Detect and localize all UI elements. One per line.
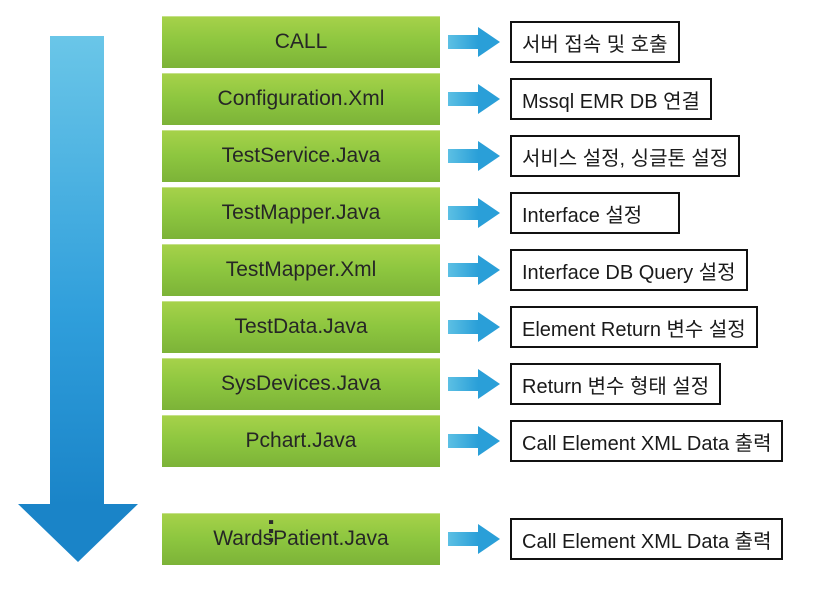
stage-box-testservice-java: TestService.Java: [160, 128, 442, 184]
stage-box-wardspatient-java: WardsPatient.Java: [160, 511, 442, 567]
arrow-right-icon: [448, 524, 502, 554]
stage-desc: 서비스 설정, 싱글톤 설정: [510, 135, 740, 177]
stage-desc: Mssql EMR DB 연결: [510, 78, 712, 120]
arrow-right-icon: [448, 255, 502, 285]
stage-row: TestMapper.Xml Interface DB Query 설정: [160, 242, 800, 298]
arrow-right-icon: [448, 27, 502, 57]
arrow-right-icon: [448, 426, 502, 456]
stage-desc: Call Element XML Data 출력: [510, 420, 783, 462]
stage-box-call: CALL: [160, 14, 442, 70]
stage-box-configuration-xml: Configuration.Xml: [160, 71, 442, 127]
stage-row: Pchart.Java Call Element XML Data 출력: [160, 413, 800, 469]
stage-desc: Interface 설정: [510, 192, 680, 234]
stage-desc: Call Element XML Data 출력: [510, 518, 783, 560]
arrow-right-icon: [448, 312, 502, 342]
stage-box-testmapper-xml: TestMapper.Xml: [160, 242, 442, 298]
flow-arrow-shaft: [50, 36, 104, 506]
stage-box-pchart-java: Pchart.Java: [160, 413, 442, 469]
stage-row: TestData.Java Element Return 변수 설정: [160, 299, 800, 355]
stage-desc: Return 변수 형태 설정: [510, 363, 721, 405]
arrow-right-icon: [448, 84, 502, 114]
stage-desc: Element Return 변수 설정: [510, 306, 758, 348]
arrow-right-icon: [448, 198, 502, 228]
stage-desc: Interface DB Query 설정: [510, 249, 748, 291]
diagram-container: CALL 서버 접속 및 호출 Configuration.Xml Mssql …: [0, 0, 813, 615]
stage-row: WardsPatient.Java Call Element XML Data …: [160, 511, 800, 567]
stage-row: Configuration.Xml Mssql EMR DB 연결: [160, 71, 800, 127]
stage-row: SysDevices.Java Return 변수 형태 설정: [160, 356, 800, 412]
stage-desc: 서버 접속 및 호출: [510, 21, 680, 63]
ellipsis-indicator: …: [262, 517, 294, 547]
stage-rows: CALL 서버 접속 및 호출 Configuration.Xml Mssql …: [160, 14, 800, 568]
arrow-right-icon: [448, 369, 502, 399]
stage-box-testmapper-java: TestMapper.Java: [160, 185, 442, 241]
arrow-right-icon: [448, 141, 502, 171]
stage-row: TestMapper.Java Interface 설정: [160, 185, 800, 241]
flow-direction-arrow: [18, 36, 138, 564]
stage-row: TestService.Java 서비스 설정, 싱글톤 설정: [160, 128, 800, 184]
flow-arrow-head-icon: [18, 504, 138, 562]
stage-box-sysdevices-java: SysDevices.Java: [160, 356, 442, 412]
stage-box-testdata-java: TestData.Java: [160, 299, 442, 355]
stage-row: CALL 서버 접속 및 호출: [160, 14, 800, 70]
